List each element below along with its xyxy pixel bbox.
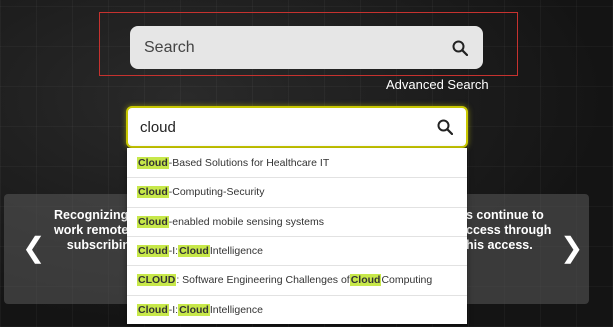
suggestion-highlight: Cloud xyxy=(137,303,169,316)
carousel-next-button[interactable]: ❯ xyxy=(560,234,583,262)
suggestion-highlight: Cloud xyxy=(137,245,169,258)
suggestion-highlight: Cloud xyxy=(137,186,169,199)
header-search-box[interactable] xyxy=(130,26,483,69)
advanced-search-link[interactable]: Advanced Search xyxy=(386,77,489,92)
suggestion-item[interactable]: Cloud -Based Solutions for Healthcare IT xyxy=(127,148,467,177)
suggestion-text: -Based Solutions for Healthcare IT xyxy=(168,156,330,169)
carousel-line: ccess through xyxy=(466,223,551,237)
suggestion-highlight: Cloud xyxy=(178,245,210,258)
suggestion-text: -I: xyxy=(168,245,179,258)
carousel-prev-button[interactable]: ❮ xyxy=(22,234,45,262)
suggestion-text: Computing xyxy=(381,274,433,287)
carousel-text-right: s continue to ccess through his access. xyxy=(466,208,551,253)
suggestion-text: : Software Engineering Challenges of xyxy=(176,274,350,287)
suggestion-text: -enabled mobile sensing systems xyxy=(168,215,324,228)
carousel-line: s continue to xyxy=(466,208,544,222)
suggestion-item[interactable]: CLOUD: Software Engineering Challenges o… xyxy=(127,265,467,294)
main-search-input[interactable] xyxy=(138,117,434,137)
suggestion-highlight: Cloud xyxy=(178,303,210,316)
suggestion-item[interactable]: Cloud -I: Cloud Intelligence xyxy=(127,294,467,324)
suggestion-highlight: CLOUD xyxy=(137,274,177,287)
suggestion-text: -Computing-Security xyxy=(168,186,265,199)
suggestion-item[interactable]: Cloud -I: Cloud Intelligence xyxy=(127,235,467,265)
suggestion-item[interactable]: Cloud -enabled mobile sensing systems xyxy=(127,206,467,236)
suggestion-text: Intelligence xyxy=(209,303,263,316)
suggestion-highlight: Cloud xyxy=(137,156,169,169)
suggestion-highlight: Cloud xyxy=(137,215,169,228)
carousel-line: work remotel xyxy=(54,223,130,237)
carousel-text-left: Recognizing t work remotel subscribin xyxy=(54,208,130,253)
search-icon[interactable] xyxy=(449,37,471,59)
suggestion-text: -I: xyxy=(168,303,179,316)
carousel-line: subscribin xyxy=(66,238,130,252)
carousel-line: his access. xyxy=(466,238,533,252)
suggestion-text: Intelligence xyxy=(209,245,263,258)
autocomplete-dropdown: Cloud -Based Solutions for Healthcare IT … xyxy=(127,148,467,324)
suggestion-highlight: Cloud xyxy=(349,274,382,287)
header-search-input[interactable] xyxy=(142,37,449,58)
carousel-line: Recognizing t xyxy=(54,208,130,222)
suggestion-item[interactable]: Cloud -Computing-Security xyxy=(127,177,467,206)
search-icon[interactable] xyxy=(434,116,456,138)
main-search-box[interactable] xyxy=(126,106,468,148)
